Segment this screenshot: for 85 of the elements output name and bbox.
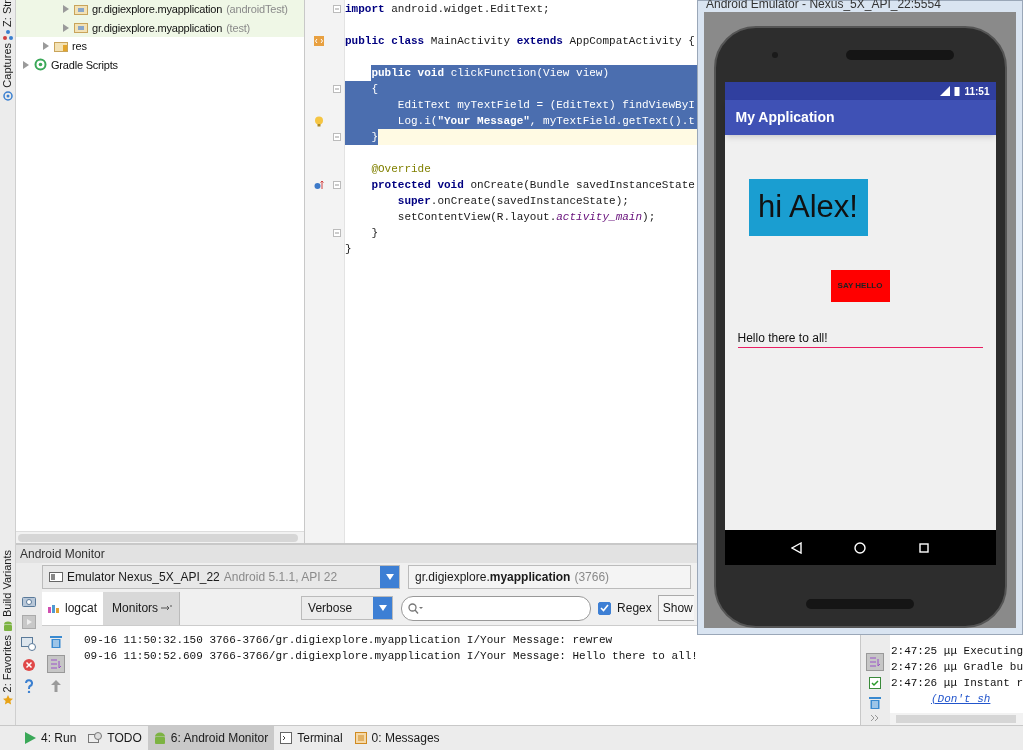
device-dropdown[interactable]: Emulator Nexus_5X_API_22 Android 5.1.1, API 22 (42, 565, 400, 589)
search-icon (408, 602, 425, 614)
override-icon[interactable] (314, 180, 324, 190)
process-dropdown[interactable]: gr.digiexplore.myapplication (3766) (408, 565, 691, 589)
fold-marker-icon[interactable] (333, 229, 341, 237)
fold-marker-icon[interactable] (333, 181, 341, 189)
folder-icon (54, 40, 68, 52)
gradle-icon (34, 58, 47, 72)
show-button[interactable]: Show (657, 595, 694, 621)
error-icon[interactable] (23, 659, 35, 671)
checkbox-label: Regex (617, 600, 652, 617)
log-line: 09-16 11:50:52.609 3766-3766/gr.digiexplore.myapplication I/Your Message: Hello there to all! (84, 649, 699, 664)
trash-icon[interactable] (50, 634, 62, 648)
help-icon[interactable] (24, 679, 34, 693)
search-field[interactable] (401, 595, 592, 621)
up-arrow-icon[interactable] (51, 680, 61, 692)
screenshot-icon[interactable] (22, 595, 36, 607)
tool-window-tab[interactable]: 2: Favorites (0, 634, 18, 692)
play-icon (24, 732, 36, 744)
checkbox-icon[interactable] (869, 677, 882, 689)
tree-label-suffix: (test) (226, 20, 250, 36)
regex-checkbox[interactable] (598, 601, 612, 615)
star-icon (2, 695, 13, 705)
panel-tab[interactable]: Monitors (103, 591, 181, 625)
scrollbar-thumb[interactable] (895, 715, 1016, 723)
message-link[interactable]: (Don't sh (890, 691, 1023, 707)
tool-window-tab[interactable]: Build Variants (0, 550, 18, 618)
double-chevron-icon[interactable] (871, 715, 880, 721)
expand-arrow-icon[interactable] (62, 5, 70, 14)
fold-marker-icon[interactable] (333, 85, 341, 93)
panel-title: Android Monitor (20, 546, 105, 563)
fold-marker-icon[interactable] (333, 133, 341, 141)
text-input-field[interactable]: Hello there to all! (737, 330, 983, 348)
messages-icon (354, 732, 367, 744)
tool-window-tab[interactable]: 6: Android Monitor (147, 726, 275, 750)
tool-window-tab[interactable]: TODO (82, 726, 148, 750)
expand-arrow-icon[interactable] (42, 42, 50, 51)
android-icon (2, 620, 13, 632)
dropdown-arrow-icon (385, 574, 394, 580)
status-time: 11:51 (964, 84, 990, 99)
message-line: 2:47:26 μμ Instant r (890, 676, 1023, 691)
recents-icon[interactable] (919, 542, 930, 553)
greeting-text: hi Alex! (748, 179, 868, 236)
tree-label-suffix: (androidTest) (226, 2, 288, 17)
tree-label: gr.digiexplore.myapplication (92, 2, 223, 17)
message-line: 2:47:25 μμ Executing (890, 644, 1023, 659)
expand-arrow-icon[interactable] (62, 23, 70, 32)
expand-arrow-icon[interactable] (22, 60, 30, 69)
folder-icon (74, 22, 88, 34)
logcat-icon (48, 603, 62, 613)
tree-row[interactable]: Gradle Scripts (16, 55, 304, 74)
terminal-icon (280, 732, 293, 744)
tree-row[interactable]: gr.digiexplore.myapplication (androidTest) (16, 0, 304, 19)
window-title: Android Emulator - Nexus_5X_API_22:5554 (706, 0, 941, 13)
scrollbar-thumb[interactable] (18, 533, 298, 542)
tree-label: Gradle Scripts (51, 57, 118, 73)
class-file-icon (313, 35, 325, 47)
tool-window-tab[interactable]: Z: Str (0, 0, 18, 27)
fold-marker-icon[interactable] (333, 5, 341, 13)
battery-icon (954, 86, 961, 96)
trash-icon[interactable] (869, 695, 882, 709)
tool-window-tab[interactable]: 0: Messages (348, 726, 446, 750)
filter-toggle-icon[interactable] (866, 653, 885, 671)
tree-row[interactable]: res (16, 37, 304, 56)
tree-label: res (72, 39, 87, 54)
log-level-dropdown[interactable]: Verbose (301, 596, 394, 620)
home-icon[interactable] (854, 541, 867, 554)
android-icon (153, 732, 166, 744)
back-icon[interactable] (790, 541, 802, 554)
tool-window-tab[interactable]: Captures (0, 42, 18, 88)
device-icon (49, 572, 63, 582)
screen-record-icon[interactable] (21, 637, 37, 651)
structure-icon (2, 29, 13, 40)
message-line: 2:47:26 μμ Gradle bu (890, 660, 1023, 675)
tool-window-tab[interactable]: 4: Run (18, 726, 83, 750)
folder-icon (74, 3, 88, 15)
camera-icon (2, 90, 13, 101)
log-line: 09-16 11:50:32.150 3766-3766/gr.digiexplore.myapplication I/Your Message: rewrew (84, 633, 614, 648)
say-hello-button[interactable]: SAY HELLO (830, 270, 890, 302)
lightbulb-icon[interactable] (314, 115, 324, 127)
filter-toggle-icon[interactable] (47, 655, 65, 673)
dropdown-arrow-icon (378, 605, 387, 611)
tool-window-tab[interactable]: Terminal (274, 726, 349, 750)
tree-label: gr.digiexplore.myapplication (92, 20, 223, 36)
panel-tab[interactable]: logcat (42, 591, 104, 625)
